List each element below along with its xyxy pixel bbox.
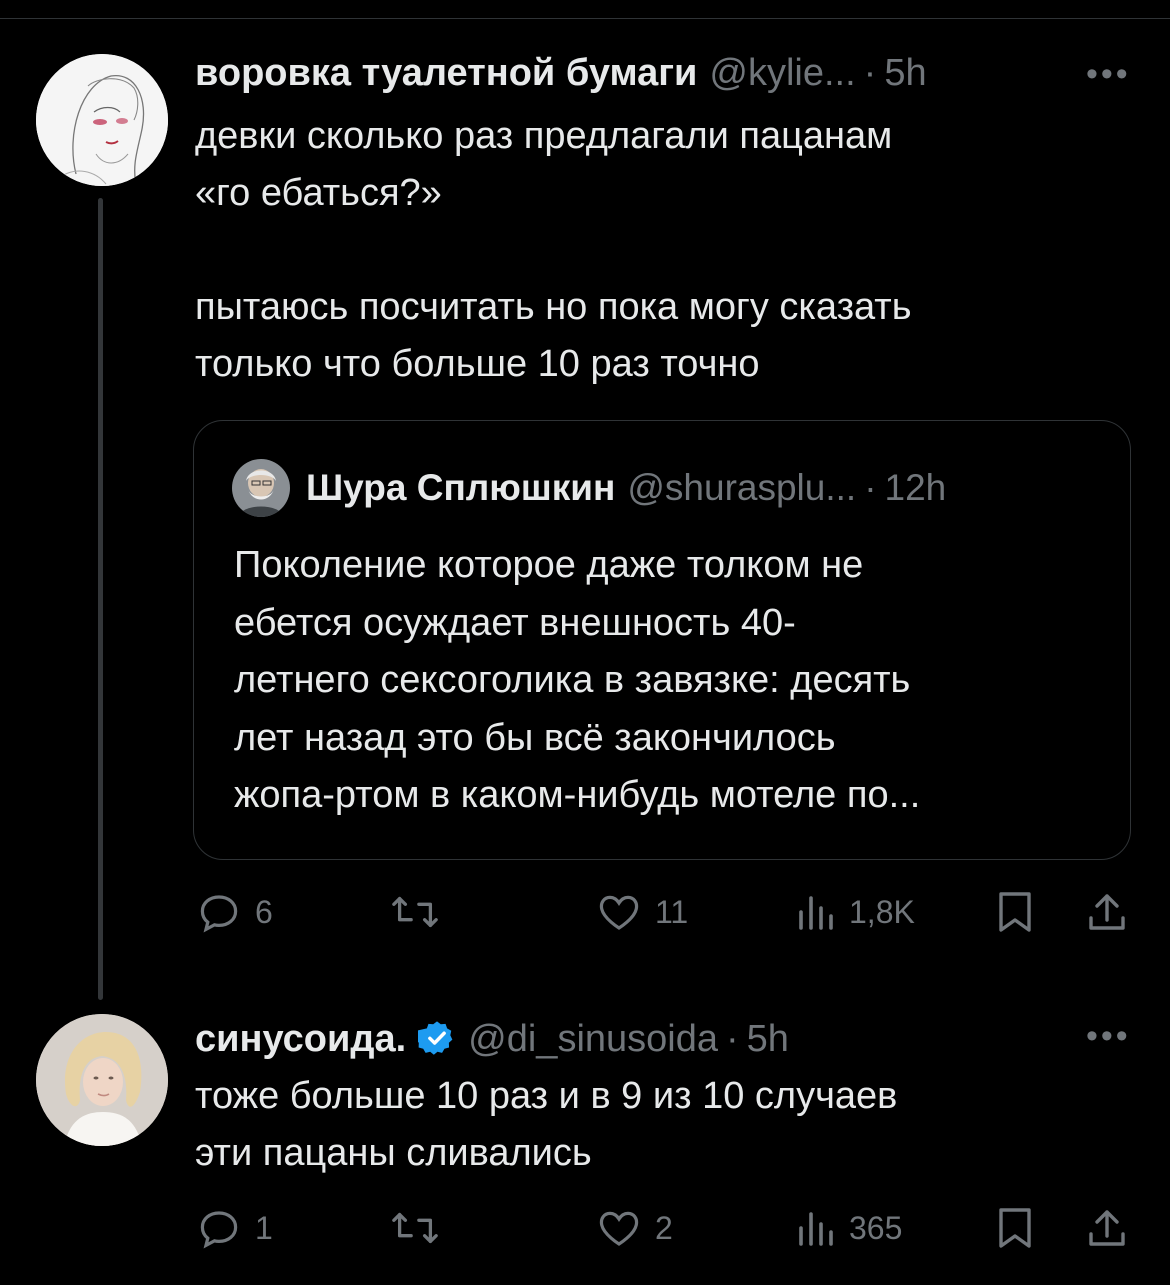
quote-header: Шура Сплюшкин @shurasplu... · 12h	[306, 465, 946, 511]
tweet-header: синусоида. @di_sinusoida · 5h	[195, 1013, 789, 1062]
tweet-text: девки сколько раз предлагали пацанам «го…	[195, 115, 912, 385]
reply-count: 6	[255, 893, 273, 930]
reply-button[interactable]: 6	[195, 888, 273, 936]
reply-icon	[200, 1211, 238, 1249]
avatar-shura[interactable]	[232, 459, 290, 517]
views-button[interactable]: 1,8K	[793, 888, 915, 936]
timestamp[interactable]: 5h	[747, 1016, 789, 1062]
repost-button[interactable]	[390, 888, 452, 936]
reply-button[interactable]: 1	[195, 1204, 273, 1252]
like-button[interactable]: 11	[595, 888, 688, 936]
tweet-actions: 6 11 1,8K	[195, 888, 1135, 938]
views-icon	[799, 896, 833, 930]
tweet-text: тоже больше 10 раз и в 9 из 10 случаев э…	[195, 1075, 898, 1174]
like-icon	[599, 1211, 639, 1246]
views-button[interactable]: 365	[793, 1204, 902, 1252]
like-count: 11	[655, 893, 689, 930]
quote-display-name[interactable]: Шура Сплюшкин	[306, 465, 615, 511]
views-count: 365	[849, 1209, 903, 1246]
top-divider	[0, 0, 1170, 19]
like-button[interactable]: 2	[595, 1204, 673, 1252]
reply-icon	[200, 895, 238, 933]
tweet-actions: 1 2 365	[195, 1204, 1135, 1254]
share-button[interactable]	[1085, 1204, 1129, 1252]
share-icon	[1089, 894, 1125, 930]
separator: ·	[726, 1018, 739, 1060]
verified-badge-icon	[418, 1021, 453, 1055]
share-button[interactable]	[1085, 888, 1129, 936]
repost-icon	[392, 1212, 438, 1244]
more-options-icon[interactable]: •••	[1086, 1019, 1131, 1053]
handle[interactable]: @kylie...	[709, 50, 855, 96]
avatar-kylie[interactable]	[36, 54, 168, 186]
views-count: 1,8K	[849, 893, 915, 930]
repost-icon	[392, 896, 438, 928]
bookmark-icon	[999, 892, 1031, 932]
reply-count: 1	[255, 1209, 273, 1246]
timestamp[interactable]: 5h	[884, 50, 926, 96]
repost-button[interactable]	[390, 1204, 452, 1252]
bookmark-button[interactable]	[995, 888, 1035, 936]
display-name[interactable]: синусоида.	[195, 1016, 406, 1062]
quote-text: Поколение которое даже толком не ебется …	[234, 544, 921, 816]
views-icon	[799, 1212, 833, 1246]
avatar-sinusoida[interactable]	[36, 1014, 168, 1146]
share-icon	[1089, 1210, 1125, 1246]
more-options-icon[interactable]: •••	[1086, 57, 1131, 91]
quote-handle[interactable]: @shurasplu...	[627, 465, 856, 511]
display-name[interactable]: воровка туалетной бумаги	[195, 50, 697, 96]
bookmark-button[interactable]	[995, 1204, 1035, 1252]
separator: ·	[863, 52, 877, 94]
separator: ·	[864, 467, 877, 508]
bookmark-icon	[999, 1208, 1031, 1248]
quote-timestamp[interactable]: 12h	[885, 465, 947, 511]
quoted-tweet[interactable]: Шура Сплюшкин @shurasplu... · 12h Поколе…	[193, 420, 1131, 860]
handle[interactable]: @di_sinusoida	[468, 1016, 718, 1062]
tweet-header: воровка туалетной бумаги @kylie... · 5h	[195, 50, 927, 96]
like-icon	[599, 895, 639, 930]
like-count: 2	[655, 1209, 673, 1246]
thread-line	[98, 198, 103, 1000]
